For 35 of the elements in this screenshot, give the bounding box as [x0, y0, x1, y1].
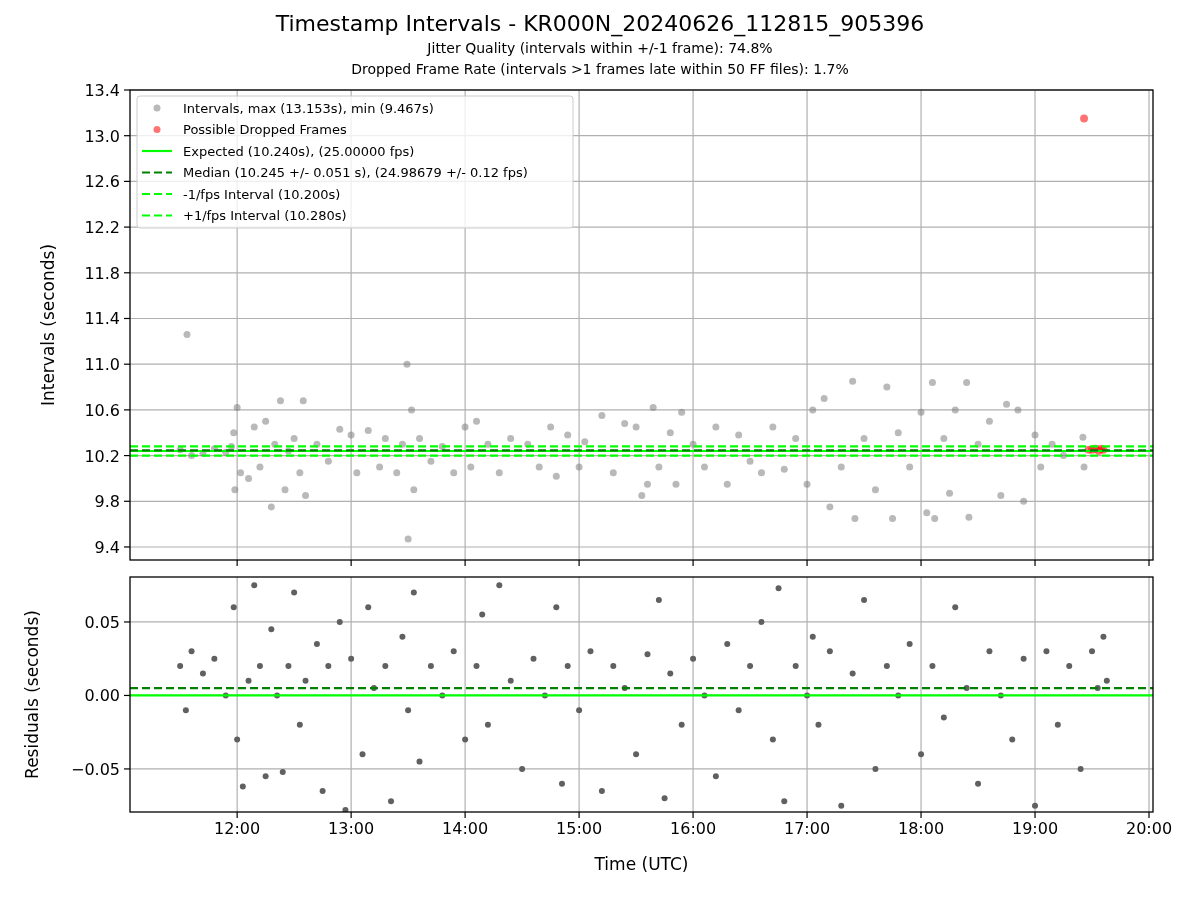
tick-label: 12:00 [214, 819, 261, 838]
tick-label: 13.4 [84, 81, 120, 100]
tick-label: 12.2 [84, 218, 120, 238]
chart-subtitle: Jitter Quality (intervals within +/-1 frame): 74.8% [427, 39, 773, 58]
tick-label: 10.6 [84, 400, 120, 420]
tick-label: 14:00 [442, 819, 489, 838]
tick-label: 0.05 [84, 612, 120, 632]
legend-label: +1/fps Interval (10.280s) [183, 208, 347, 223]
legend-label: Median (10.245 +/- 0.051 s), (24.98679 +/- 0.12 fps) [183, 165, 528, 180]
tick-label: 11.8 [84, 263, 120, 283]
tick-label: 13:00 [328, 819, 375, 838]
tick-label: 13.0 [84, 126, 120, 146]
y-axis-title: Residuals (seconds) [22, 610, 42, 779]
tick-label: 20:00 [1125, 819, 1173, 838]
tick-label: 9.8 [94, 492, 120, 512]
tick-label: 11.0 [84, 355, 120, 375]
tick-label: 9.4 [94, 538, 120, 557]
chart-subtitle: Dropped Frame Rate (intervals >1 frames late within 50 FF files): 1.7% [351, 60, 849, 79]
tick-label: 15:00 [556, 819, 603, 838]
tick-label: 11.4 [84, 309, 120, 329]
tick-label: 12.6 [84, 172, 120, 192]
legend-label: Possible Dropped Frames [183, 122, 347, 137]
tick-label: −0.05 [70, 759, 120, 779]
tick-label: 10.2 [84, 446, 120, 466]
legend-label: -1/fps Interval (10.200s) [183, 186, 341, 202]
tick-label: 0.00 [84, 686, 120, 706]
tick-label: 16:00 [670, 819, 717, 838]
y-axis-title: Intervals (seconds) [38, 243, 58, 407]
legend-label: Intervals, max (13.153s), min (9.467s) [183, 100, 434, 116]
tick-label: 19:00 [1011, 819, 1059, 838]
tick-label: 17:00 [784, 819, 831, 838]
legend-label: Expected (10.240s), (25.00000 fps) [183, 143, 415, 159]
tick-label: 18:00 [898, 819, 945, 838]
x-axis-title: Time (UTC) [594, 854, 689, 874]
chart-title: Timestamp Intervals - KR000N_20240626_112815_905396 [275, 10, 925, 38]
